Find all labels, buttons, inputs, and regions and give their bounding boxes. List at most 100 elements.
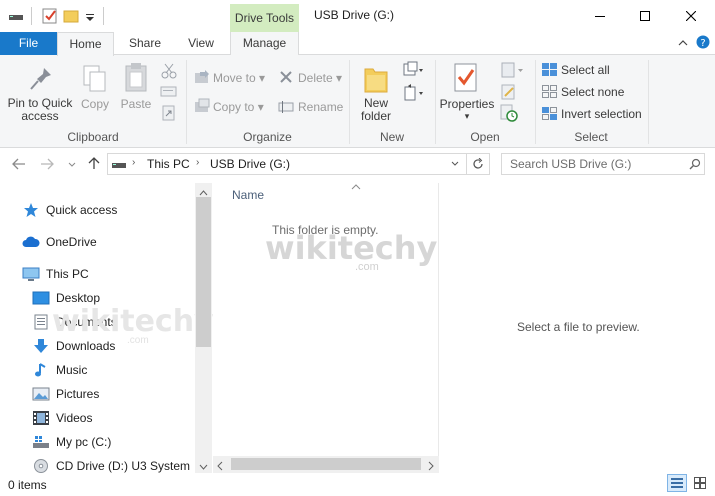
watermark-text: wikitechy [265, 229, 438, 267]
new-group-label: New [379, 130, 404, 144]
easy-access-icon[interactable] [403, 84, 425, 102]
watermark-domain-text: .com [355, 261, 379, 273]
pictures-icon [32, 386, 50, 402]
edit-icon[interactable] [500, 83, 518, 101]
invert-selection-button[interactable]: Invert selection [561, 107, 642, 121]
tab-home[interactable]: Home [57, 32, 114, 56]
copy-button[interactable]: Copy [78, 97, 112, 111]
nav-quick-access[interactable]: Quick access [22, 200, 117, 220]
tab-view[interactable]: View [176, 32, 226, 55]
drive-icon [8, 8, 24, 24]
tab-share[interactable]: Share [119, 32, 171, 55]
music-note-icon [32, 362, 50, 378]
nav-item-videos[interactable]: Videos [32, 408, 92, 428]
maximize-icon [640, 11, 650, 21]
open-group-label: Open [470, 130, 500, 144]
large-icons-view-icon [694, 477, 706, 489]
paste-button[interactable]: Paste [118, 97, 154, 111]
select-all-button[interactable]: Select all [561, 63, 610, 77]
maximize-button[interactable] [622, 0, 668, 32]
move-to-icon [194, 69, 210, 85]
pin-to-quick-access-button[interactable]: Pin to Quick access [4, 97, 76, 123]
search-icon[interactable] [689, 158, 701, 170]
window-title: USB Drive (G:) [314, 8, 395, 22]
close-icon [686, 11, 696, 21]
item-count: 0 items [8, 478, 47, 492]
paste-shortcut-icon[interactable] [160, 104, 178, 122]
history-icon[interactable] [500, 104, 518, 122]
properties-qa-icon[interactable] [42, 8, 58, 24]
scroll-up-icon[interactable] [198, 186, 209, 196]
watermark-logo: wikitechy [52, 304, 214, 339]
delete-button[interactable]: Delete ▾ [298, 71, 342, 85]
ribbon-collapse-icon[interactable] [676, 36, 690, 50]
nav-onedrive[interactable]: OneDrive [22, 232, 97, 252]
move-to-label: Move to [213, 71, 256, 85]
recent-locations-chevron-icon[interactable] [66, 158, 78, 170]
nav-item-pictures[interactable]: Pictures [32, 384, 99, 404]
sort-ascending-icon [351, 180, 361, 190]
horizontal-scrollbar-thumb[interactable] [231, 458, 421, 470]
details-view-button[interactable] [667, 474, 687, 492]
address-dropdown-chevron-icon[interactable] [449, 158, 461, 170]
nav-label: Music [56, 363, 88, 377]
documents-icon [32, 314, 50, 330]
invert-selection-icon [542, 107, 558, 121]
select-all-icon [542, 63, 558, 77]
details-view-icon [671, 478, 683, 488]
film-icon [32, 410, 50, 426]
copy-to-label: Copy to [213, 100, 255, 114]
tab-file[interactable]: File [0, 32, 57, 55]
select-none-button[interactable]: Select none [561, 85, 624, 99]
minimize-icon [595, 16, 605, 17]
nav-this-pc[interactable]: This PC [22, 264, 89, 284]
close-button[interactable] [668, 0, 714, 32]
nav-label: CD Drive (D:) U3 System [56, 459, 191, 473]
forward-arrow-icon[interactable] [39, 157, 55, 171]
up-arrow-icon[interactable] [87, 156, 101, 170]
scroll-down-icon[interactable] [198, 460, 209, 470]
nav-scrollbar-thumb[interactable] [196, 197, 211, 347]
address-drive-icon [111, 159, 127, 169]
desktop-icon [32, 290, 50, 306]
rename-button[interactable]: Rename [298, 100, 343, 114]
breadcrumb-this-pc[interactable]: This PC [147, 157, 190, 171]
preview-divider[interactable] [438, 183, 439, 473]
scroll-left-icon[interactable] [216, 460, 224, 471]
open-icon[interactable] [500, 61, 526, 79]
search-input[interactable]: Search USB Drive (G:) [501, 153, 705, 175]
clipboard-group-label: Clipboard [67, 130, 119, 144]
nav-item-music[interactable]: Music [32, 360, 87, 380]
select-none-icon [542, 85, 558, 99]
back-arrow-icon[interactable] [11, 157, 27, 171]
new-folder-button[interactable]: New folder [354, 97, 398, 123]
breadcrumb-separator-icon: › [196, 157, 200, 168]
refresh-button[interactable] [467, 153, 490, 175]
nav-item-downloads[interactable]: Downloads [32, 336, 115, 356]
copy-to-button[interactable]: Copy to ▾ [213, 100, 264, 114]
cut-icon[interactable] [160, 62, 178, 80]
delete-icon [279, 70, 293, 84]
paste-icon [122, 62, 150, 94]
svg-text:?: ? [700, 38, 705, 49]
nav-label: OneDrive [46, 235, 97, 249]
minimize-button[interactable] [577, 0, 623, 32]
copy-path-icon[interactable] [160, 84, 178, 100]
drive-tools-label: Drive Tools [230, 4, 299, 32]
new-folder-line2: folder [360, 109, 392, 123]
nav-item-my-pc-c[interactable]: My pc (C:) [32, 432, 111, 452]
tab-manage[interactable]: Manage [230, 32, 299, 55]
large-icons-view-button[interactable] [690, 474, 710, 492]
new-folder-qa-icon[interactable] [63, 8, 79, 24]
move-to-button[interactable]: Move to ▾ [213, 71, 265, 85]
help-icon[interactable]: ? [696, 35, 710, 49]
search-placeholder: Search USB Drive (G:) [510, 157, 632, 171]
new-item-icon[interactable] [403, 61, 425, 79]
customize-qa-chevron-icon[interactable] [84, 8, 100, 24]
breadcrumb-usb-drive[interactable]: USB Drive (G:) [210, 157, 290, 171]
copy-to-icon [194, 98, 210, 114]
column-header-name[interactable]: Name [232, 188, 264, 202]
delete-label: Delete [298, 71, 333, 85]
scroll-right-icon[interactable] [427, 460, 435, 471]
properties-button[interactable]: Properties ▾ [438, 97, 496, 121]
